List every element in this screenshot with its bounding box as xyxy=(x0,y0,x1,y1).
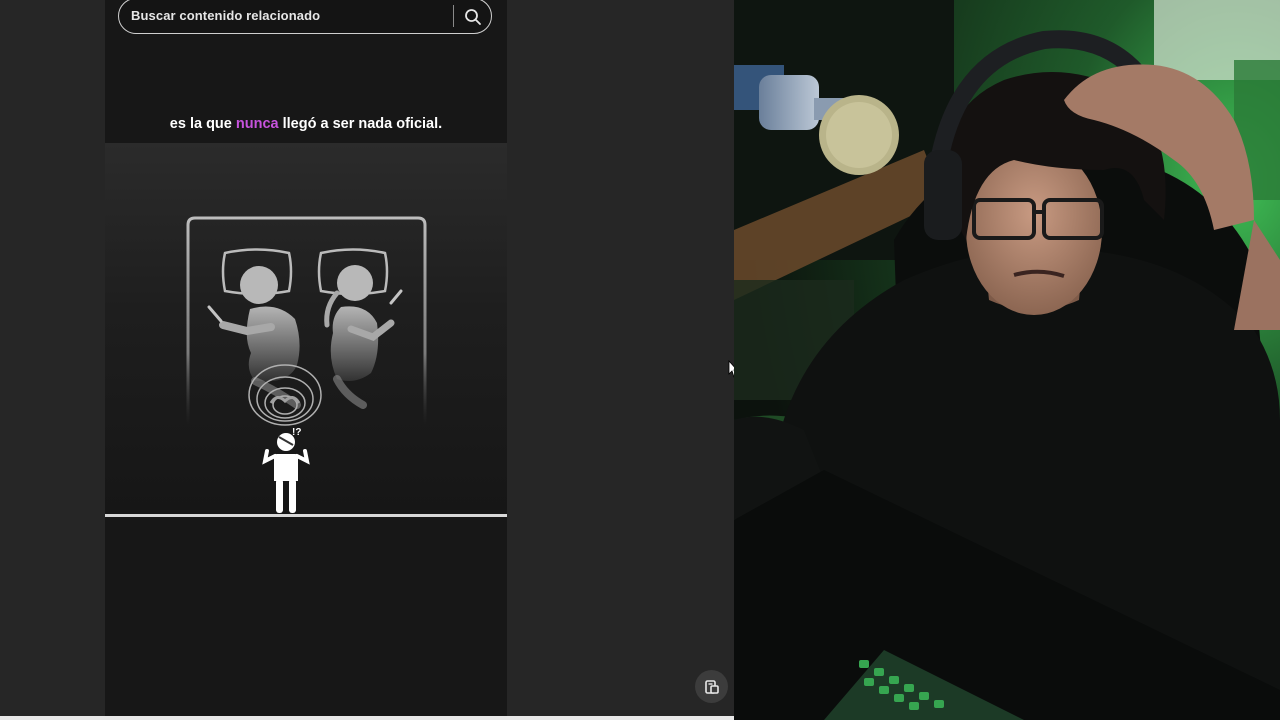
screen-capture-button[interactable] xyxy=(695,670,728,703)
caption-text-end: llegó a ser nada oficial. xyxy=(278,116,443,132)
streamer-webcam-image xyxy=(734,0,1280,720)
search-bar[interactable]: Buscar contenido relacionado xyxy=(118,0,492,34)
caption-highlight: nunca xyxy=(235,116,279,132)
video-caption: es la que nunca llegó a ser nada oficial… xyxy=(105,116,507,132)
screen-capture-icon xyxy=(704,679,719,694)
video-scene: !? xyxy=(105,143,507,515)
search-divider xyxy=(453,5,454,27)
search-icon xyxy=(465,9,481,25)
floor-line xyxy=(105,514,507,517)
bed-illustration: !? xyxy=(186,216,427,513)
bottom-divider xyxy=(0,716,734,720)
video-player[interactable]: Buscar contenido relacionado es la que n… xyxy=(105,0,507,720)
webcam-feed xyxy=(734,0,1280,720)
search-input[interactable]: Buscar contenido relacionado xyxy=(131,8,320,23)
confusion-mark: !? xyxy=(292,427,301,438)
caption-text-start: es la que xyxy=(169,116,236,132)
search-button[interactable] xyxy=(459,3,487,31)
